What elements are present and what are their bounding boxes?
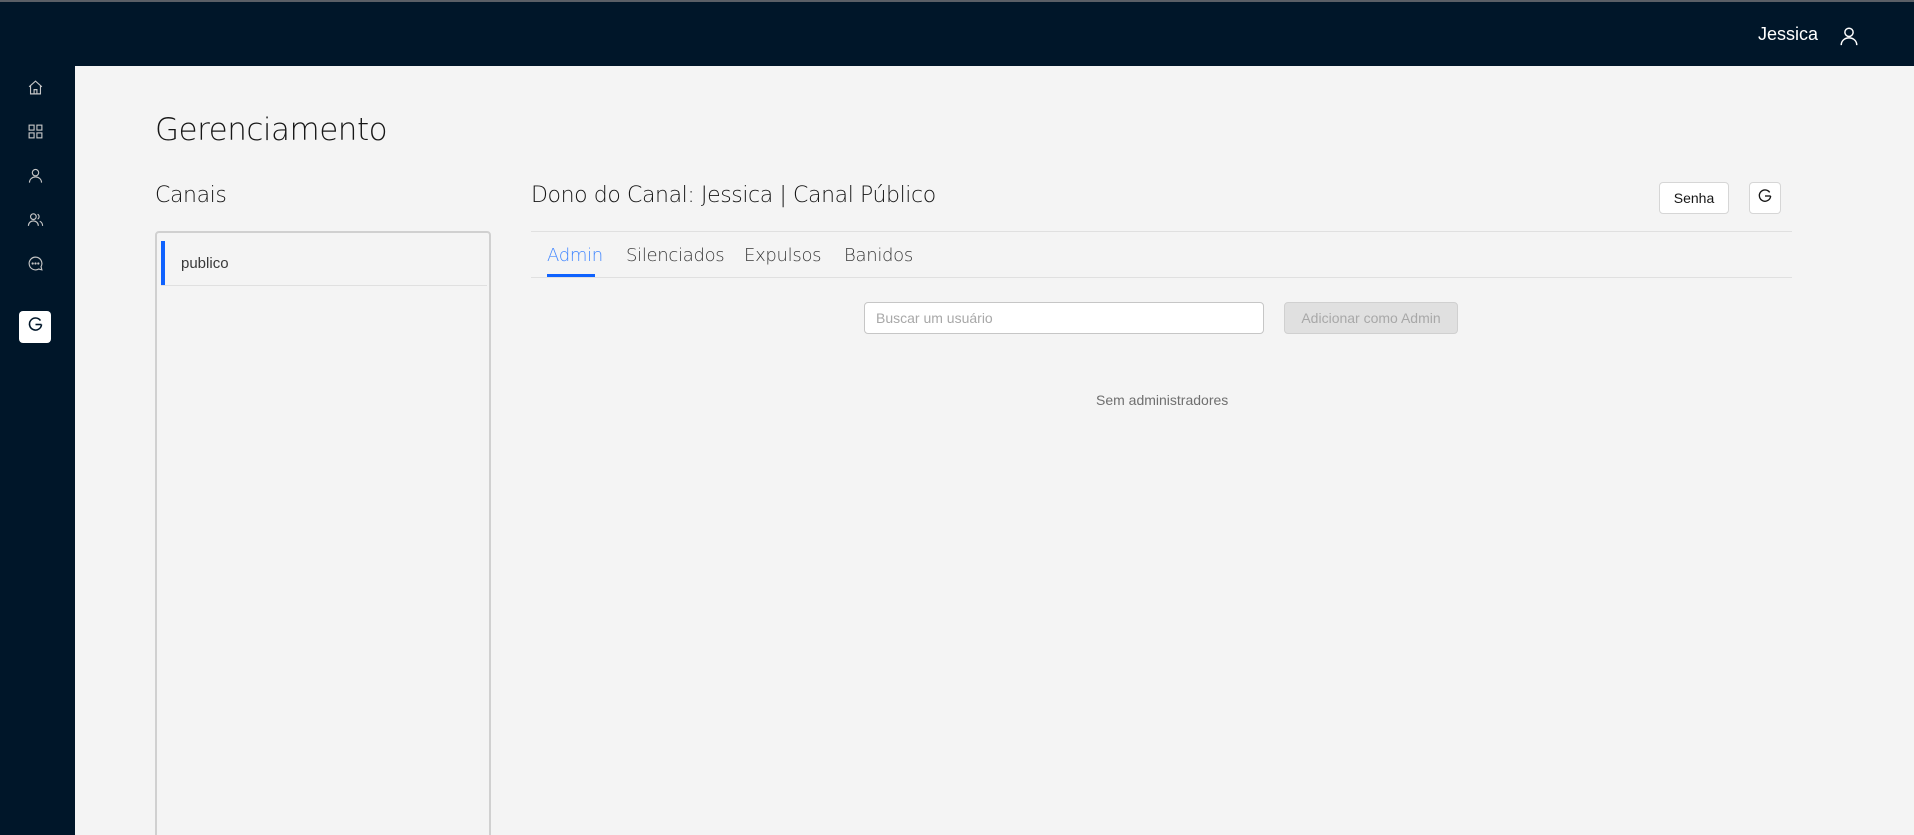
users-icon [27,211,44,233]
selected-indicator [161,241,165,285]
password-button[interactable]: Senha [1659,182,1729,214]
channels-title: Canais [155,183,227,208]
grid-icon [27,123,44,145]
top-header: Jessica [0,2,1914,66]
sidebar-item-friends[interactable] [23,210,47,234]
tab-banidos[interactable]: Banidos [844,245,913,266]
user-search-input[interactable] [864,302,1264,334]
user-name: Jessica [1757,24,1818,44]
tab-list: Admin Silenciados Expulsos Banidos [531,232,1792,278]
page-title: Gerenciamento [155,112,388,148]
empty-state-message: Sem administradores [1096,392,1229,408]
add-admin-button[interactable]: Adicionar como Admin [1284,302,1458,334]
channel-owner-title: Dono do Canal: Jessica | Canal Público [531,183,936,208]
sidebar-item-chat[interactable] [23,254,47,278]
refresh-button[interactable] [1749,182,1781,214]
refresh-icon [1757,188,1773,209]
sidebar-item-profile[interactable] [23,166,47,190]
sidebar-item-logo[interactable] [19,311,51,343]
active-tab-indicator [547,274,595,277]
tab-expulsos[interactable]: Expulsos [744,245,822,266]
sidebar [0,66,75,835]
user-icon[interactable] [1838,25,1860,47]
sidebar-item-home[interactable] [23,78,47,102]
user-icon [27,167,44,189]
channel-list: publico [155,231,491,835]
tab-admin[interactable]: Admin [547,245,603,266]
tab-silenciados[interactable]: Silenciados [626,245,725,266]
logo-icon [27,316,44,338]
channel-label: publico [181,255,229,272]
chat-icon [27,255,44,277]
home-icon [27,79,44,101]
channel-list-item[interactable]: publico [161,241,487,286]
sidebar-item-dashboard[interactable] [23,122,47,146]
